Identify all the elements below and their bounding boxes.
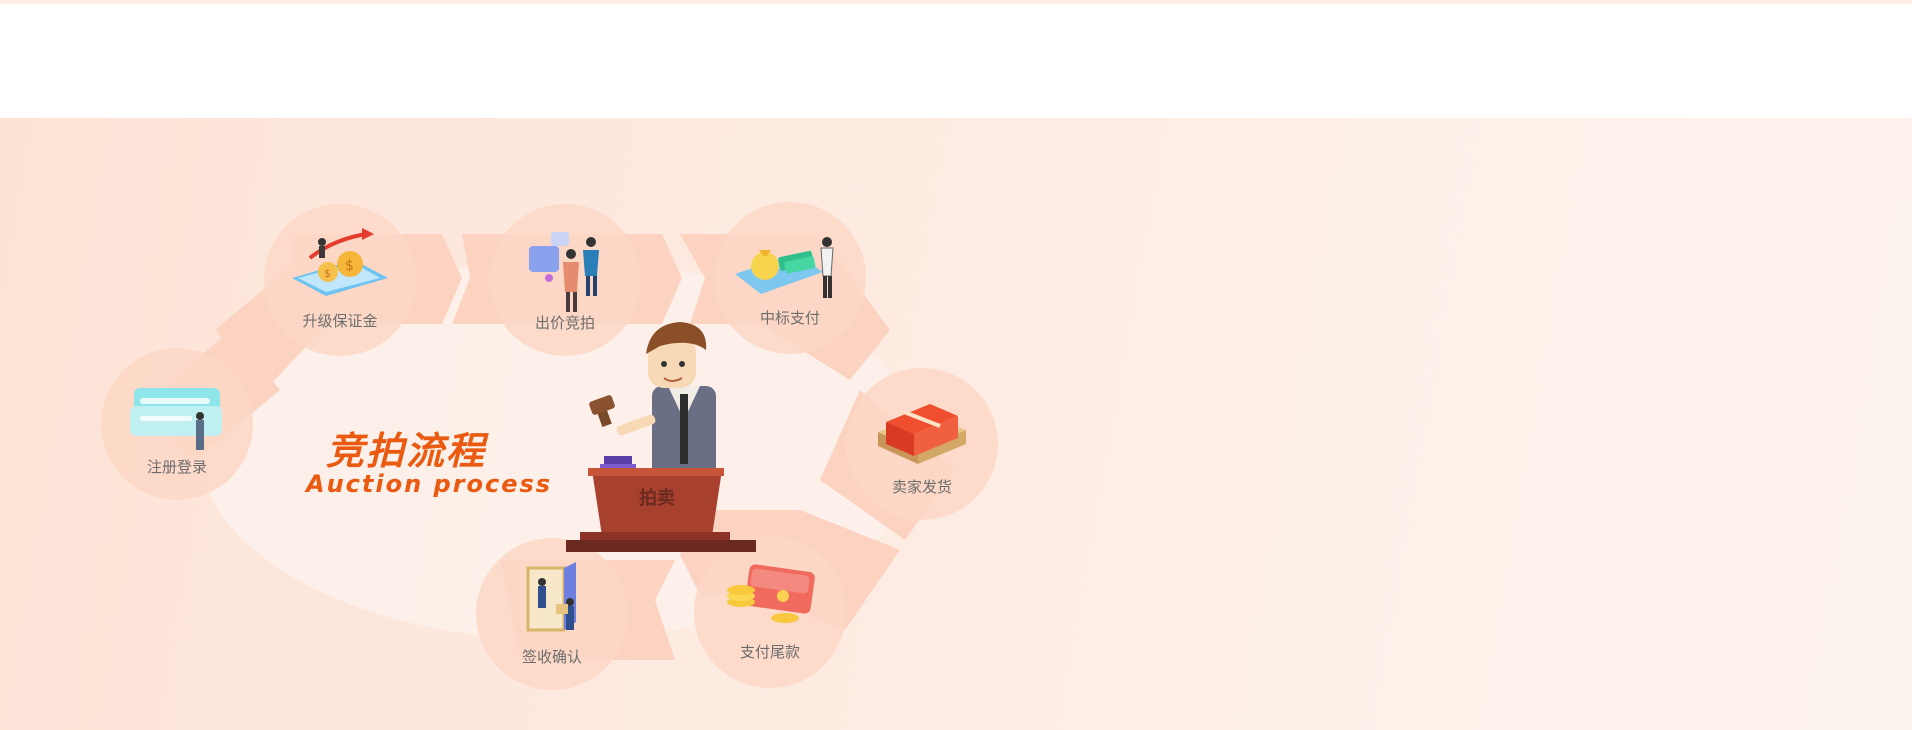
step-circle-final-payment — [694, 536, 846, 688]
step-label-final-payment: 支付尾款 — [739, 643, 800, 661]
receipt-confirm-icon — [526, 562, 576, 632]
step-label-winning: 中标支付 — [759, 309, 820, 327]
svg-text:$: $ — [324, 267, 331, 280]
step-label-bidding: 出价竞拍 — [534, 314, 595, 332]
podium-label: 拍卖 — [639, 488, 675, 509]
banner-title-en: Auction process — [306, 470, 553, 498]
svg-text:$: $ — [345, 258, 354, 274]
step-label-register: 注册登录 — [146, 458, 207, 476]
step-label-receipt: 签收确认 — [521, 648, 582, 666]
step-label-deposit: 升级保证金 — [302, 312, 378, 330]
banner-title-cn: 竞拍流程 — [326, 429, 487, 473]
process-illustration: $ $ — [101, 202, 998, 690]
step-label-shipping: 卖家发货 — [891, 478, 952, 496]
